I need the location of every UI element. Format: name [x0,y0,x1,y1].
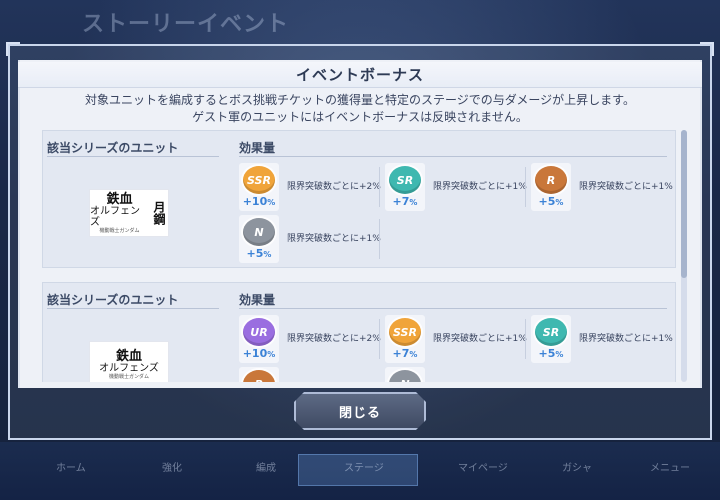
rarity-n-icon: N [389,370,421,382]
bonus-unit: % [263,250,272,259]
medal-box: R [239,367,279,382]
logo-extra: 月鋼 [152,201,166,225]
nav-item-mypage: マイページ [458,463,508,474]
effect-heading: 効果量 [239,141,276,155]
series-heading: 該当シリーズのユニット [47,141,179,155]
bonus-divider [525,319,526,359]
nav-item-stage: ステージ [344,463,384,474]
bonus-value: +10 [242,347,268,360]
series-card: 該当シリーズのユニット 効果量 鉄血 オルフェンズ 機動戦士ガンダム UR +1… [42,282,676,382]
frame-corner [700,42,714,56]
bonus-divider [379,167,380,207]
bonus-percent: +5% [239,247,279,260]
close-button[interactable]: 閉じる [294,392,426,430]
bonus-description: 限界突破数ごとに+1% [433,334,527,344]
bonus-divider [379,319,380,359]
bonus-entry-sr: SR +7% 限界突破数ごとに+1% [385,163,527,211]
nav-item-enhance: 強化 [162,463,182,474]
bonus-description: 限界突破数ごとに+2% [287,182,381,192]
medal-box: N +5% [239,215,279,263]
heading-underline [239,156,667,157]
series-heading: 該当シリーズのユニット [47,293,179,307]
background-screen-title: ストーリーイベント [82,12,290,37]
bonus-description: 限界突破数ごとに+1% [287,234,381,244]
logo-line-3: 機動戦士ガンダム [108,374,149,380]
bonus-percent: +7% [385,347,425,360]
bonus-entry-ssr: SSR +10% 限界突破数ごとに+2% [239,163,381,211]
bonus-percent: +7% [385,195,425,208]
nav-item-home: ホーム [56,463,86,474]
rarity-n-icon: N [243,218,275,246]
heading-underline [47,308,219,309]
bonus-list[interactable]: 該当シリーズのユニット 効果量 鉄血 オルフェンズ 機動戦士ガンダム 月鋼 SS… [36,130,676,382]
bonus-percent: +10% [239,195,279,208]
bonus-entry-ssr: SSR +7% 限界突破数ごとに+1% [385,315,527,363]
bonus-unit: % [555,350,564,359]
medal-box: N [385,367,425,382]
logo-line-2: オルフェンズ [99,363,159,374]
bonus-value: +7 [392,195,410,208]
rarity-sr-icon: SR [389,166,421,194]
description-line-2: ゲスト軍のユニットにはイベントボーナスは反映されません。 [192,110,528,124]
bonus-unit: % [409,350,418,359]
bonus-description: 限界突破数ごとに+1% [579,182,673,192]
logo-line-1: 鉄血 [106,191,133,207]
bonus-value: +5 [246,247,264,260]
series-logo: 鉄血 オルフェンズ 機動戦士ガンダム 月鋼 [89,189,169,237]
medal-box: SSR +10% [239,163,279,211]
medal-box: SR +5% [531,315,571,363]
scrollbar-thumb[interactable] [681,130,687,278]
medal-box: UR +10% [239,315,279,363]
logo-line-2: オルフェンズ [90,205,140,228]
bonus-entry-sr: SR +5% 限界突破数ごとに+1% [531,315,673,363]
bonus-percent: +10% [239,347,279,360]
description-line-1: 対象ユニットを編成するとボス挑戦チケットの獲得量と特定のステージでの与ダメージが… [85,93,635,107]
bonus-value: +5 [538,347,556,360]
logo-line-3: 機動戦士ガンダム [99,227,140,234]
bonus-percent: +5% [531,195,571,208]
frame-corner [6,42,20,56]
effect-heading: 効果量 [239,293,276,307]
background-nav-bar: ホーム 強化 編成 ステージ マイページ ガシャ メニュー [0,442,720,500]
bonus-value: +5 [538,195,556,208]
medal-box: SSR +7% [385,315,425,363]
series-logo: 鉄血 オルフェンズ 機動戦士ガンダム [89,341,169,382]
bonus-value: +10 [242,195,268,208]
heading-underline [47,156,219,157]
bonus-percent: +5% [531,347,571,360]
logo-line-1: 鉄血 [115,349,142,364]
bonus-value: +7 [392,347,410,360]
dialog-header: イベントボーナス [18,62,702,88]
rarity-sr-icon: SR [535,318,567,346]
rarity-ssr-icon: SSR [243,166,275,194]
bonus-unit: % [555,198,564,207]
bonus-unit: % [267,198,276,207]
medal-box: R +5% [531,163,571,211]
bonus-divider [525,167,526,207]
dialog-description: 対象ユニットを編成するとボス挑戦チケットの獲得量と特定のステージでの与ダメージが… [20,92,700,126]
rarity-ssr-icon: SSR [389,318,421,346]
bonus-entry-ur: UR +10% 限界突破数ごとに+2% [239,315,381,363]
series-card: 該当シリーズのユニット 効果量 鉄血 オルフェンズ 機動戦士ガンダム 月鋼 SS… [42,130,676,268]
medal-box: SR +7% [385,163,425,211]
bonus-entry-r: R [239,367,379,382]
bonus-entry-r: R +5% 限界突破数ごとに+1% [531,163,673,211]
bonus-unit: % [409,198,418,207]
nav-item-menu: メニュー [650,463,690,474]
nav-item-formation: 編成 [256,463,276,474]
rarity-ur-icon: UR [243,318,275,346]
heading-underline [239,308,667,309]
bonus-description: 限界突破数ごとに+1% [433,182,527,192]
bonus-entry-n: N +5% 限界突破数ごとに+1% [239,215,381,263]
rarity-r-icon: R [243,370,275,382]
rarity-r-icon: R [535,166,567,194]
bonus-unit: % [267,350,276,359]
nav-item-gacha: ガシャ [562,463,592,474]
bonus-entry-n: N [385,367,525,382]
bonus-divider [379,219,380,259]
bonus-description: 限界突破数ごとに+1% [579,334,673,344]
dialog-title: イベントボーナス [295,66,424,84]
bonus-description: 限界突破数ごとに+2% [287,334,381,344]
